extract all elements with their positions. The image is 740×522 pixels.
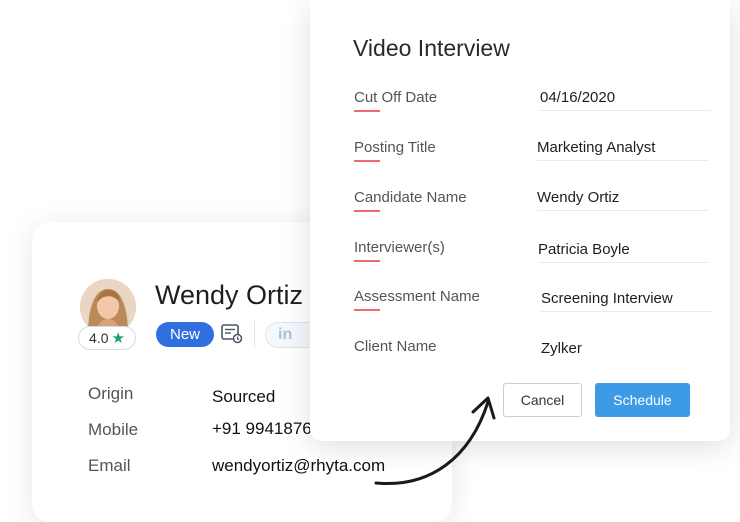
field-label: Assessment Name [354, 288, 480, 305]
cut-off-date-field[interactable]: 04/16/2020 [540, 89, 711, 111]
status-badge[interactable]: New [156, 322, 214, 347]
origin-label: Origin [88, 384, 134, 403]
field-label: Interviewer(s) [354, 239, 445, 256]
video-interview-dialog: Video Interview Cut Off Date 04/16/2020 … [310, 0, 730, 441]
rating-value: 4.0 [89, 330, 109, 346]
field-accent [354, 210, 380, 212]
linkedin-icon: in [278, 326, 293, 343]
field-row-interviewers: Interviewer(s) Patricia Boyle [354, 239, 709, 289]
resume-icon[interactable] [221, 324, 243, 344]
origin-value: Sourced [212, 387, 276, 406]
star-icon: ★ [111, 329, 125, 347]
candidate-name-field[interactable]: Wendy Ortiz [537, 189, 708, 211]
posting-title-field[interactable]: Marketing Analyst [537, 139, 708, 161]
curved-arrow-icon [374, 396, 496, 486]
email-label: Email [88, 456, 131, 475]
field-label: Client Name [354, 338, 437, 355]
mobile-label: Mobile [88, 420, 139, 439]
client-name-field[interactable]: Zylker [541, 340, 712, 361]
divider [254, 321, 255, 347]
field-accent [354, 110, 380, 112]
field-label: Candidate Name [354, 189, 467, 206]
field-row-posting-title: Posting Title Marketing Analyst [354, 139, 708, 189]
field-label: Posting Title [354, 139, 436, 156]
field-accent [354, 160, 380, 162]
field-row-assessment-name: Assessment Name Screening Interview [354, 288, 712, 338]
cancel-button[interactable]: Cancel [503, 383, 582, 417]
field-accent [354, 309, 380, 311]
candidate-name: Wendy Ortiz [155, 280, 304, 310]
field-row-candidate-name: Candidate Name Wendy Ortiz [354, 189, 708, 239]
field-accent [354, 260, 380, 262]
field-label: Cut Off Date [354, 89, 438, 106]
field-row-client-name: Client Name Zylker [354, 338, 708, 388]
assessment-name-field[interactable]: Screening Interview [541, 290, 712, 312]
rating-badge: 4.0 ★ [78, 326, 136, 350]
dialog-title: Video Interview [353, 35, 510, 61]
schedule-button[interactable]: Schedule [595, 383, 690, 417]
field-row-cut-off-date: Cut Off Date 04/16/2020 [354, 89, 711, 139]
interviewers-field[interactable]: Patricia Boyle [538, 241, 709, 263]
mobile-value: +91 9941876 [212, 419, 312, 438]
